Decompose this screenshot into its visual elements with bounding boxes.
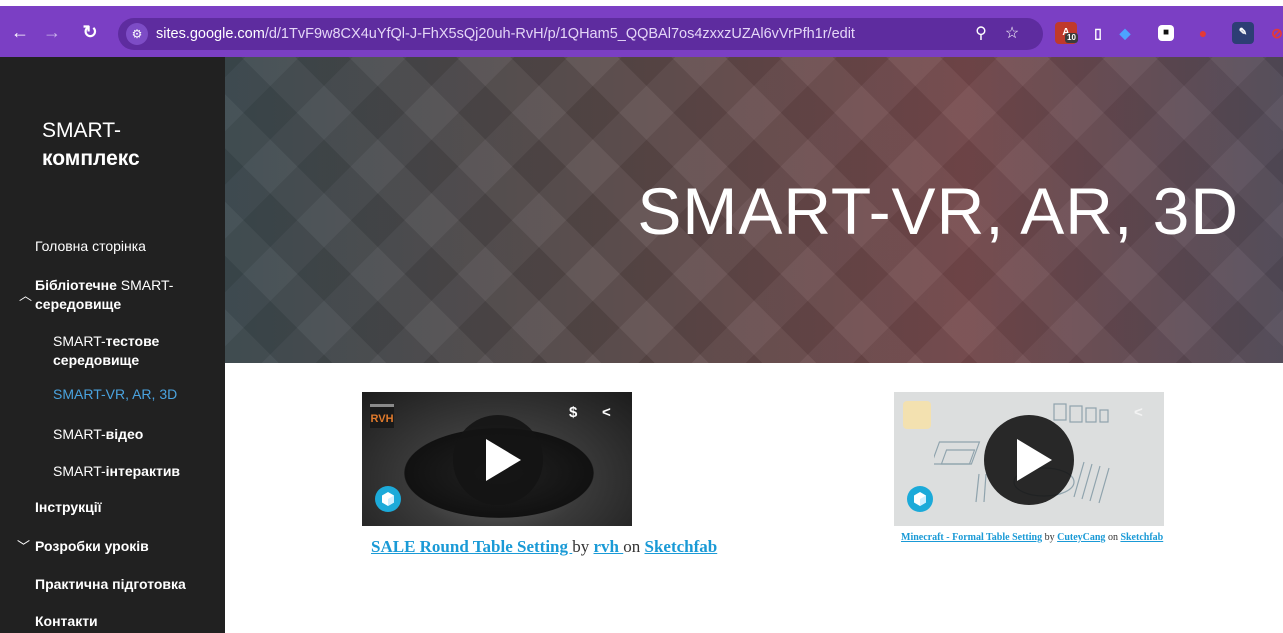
extension-icon-adblock[interactable]: A 10 — [1055, 22, 1078, 44]
nav-item-label-bold: тестове — [105, 333, 160, 349]
nav-item-label: Контакти — [35, 613, 98, 629]
nav-item-label: SMART-VR, AR, 3D — [53, 386, 178, 402]
browser-toolbar: ← → ↻ ⚙ sites.google.com/d/1TvF9w8CX4uYf… — [0, 6, 1283, 57]
nav-item-label: Розробки уроків — [35, 538, 149, 554]
author-avatar: RVH — [370, 404, 394, 428]
nav-item-label-bold: інтерактив — [105, 463, 181, 479]
caption-on: on — [1105, 532, 1121, 543]
nav-item-practical-training[interactable]: Практична підготовка — [35, 575, 186, 594]
nav-item-test-environment[interactable]: SMART-тестове середовище — [53, 332, 159, 370]
chevron-down-icon[interactable]: ﹀ — [17, 536, 30, 555]
author-link[interactable]: CuteyCang — [1057, 532, 1105, 543]
nav-item-instructions[interactable]: Інструкції — [35, 498, 102, 517]
nav-item-label-rest: SMART- — [53, 333, 106, 349]
play-icon — [486, 439, 521, 481]
extension-icon-bird[interactable]: ◆ — [1114, 22, 1136, 44]
site-info-icon[interactable]: ⚙ — [126, 23, 148, 45]
share-icon[interactable]: < — [602, 404, 611, 421]
reload-icon[interactable]: ↻ — [78, 20, 102, 44]
nav-item-label-line2: середовище — [53, 352, 140, 368]
dollar-icon[interactable]: $ — [569, 404, 577, 421]
sketchfab-logo-icon[interactable] — [907, 486, 933, 512]
author-link[interactable]: rvh — [594, 537, 624, 556]
nav-item-label: Інструкції — [35, 499, 102, 515]
platform-link[interactable]: Sketchfab — [645, 537, 718, 556]
url-host: sites.google.com — [156, 26, 265, 42]
nav-item-video[interactable]: SMART-відео — [53, 425, 143, 444]
nav-item-contacts[interactable]: Контакти — [35, 612, 98, 631]
model-link[interactable]: SALE Round Table Setting — [371, 537, 572, 556]
nav-item-label-bold: Бібліотечне — [35, 277, 117, 293]
chevron-up-icon[interactable]: ︿ — [19, 285, 32, 304]
nav-item-library[interactable]: Бібліотечне SMART- середовище — [35, 276, 173, 314]
browser-chrome: ← → ↻ ⚙ sites.google.com/d/1TvF9w8CX4uYf… — [0, 0, 1283, 57]
zoom-icon[interactable]: ⚲ — [970, 23, 992, 45]
nav-item-label: Практична підготовка — [35, 576, 186, 592]
platform-link[interactable]: Sketchfab — [1120, 532, 1163, 543]
url-text[interactable]: sites.google.com/d/1TvF9w8CX4uYfQl-J-FhX… — [156, 18, 855, 50]
sidebar: SMART- комплекс Головна сторінка ︿ Біблі… — [0, 57, 225, 633]
page-title: SMART-VR, AR, 3D — [637, 174, 1239, 248]
site-title-line1: SMART- — [42, 119, 121, 142]
nav-item-vr-ar-3d[interactable]: SMART-VR, AR, 3D — [53, 385, 177, 404]
forward-icon[interactable]: → — [40, 20, 64, 44]
play-button[interactable] — [453, 415, 543, 505]
url-path: /d/1TvF9w8CX4uYfQl-J-FhX5sQj20uh-RvH/p/1… — [264, 26, 855, 42]
caption-by: by — [1042, 532, 1058, 543]
nav-item-home[interactable]: Головна сторінка — [35, 237, 146, 256]
play-icon — [1017, 439, 1052, 481]
nav-item-label-rest: SMART- — [53, 426, 106, 442]
nav-item-lessons[interactable]: Розробки уроків — [35, 537, 149, 556]
model-link[interactable]: Minecraft - Formal Table Setting — [901, 532, 1042, 543]
extension-badge: 10 — [1065, 33, 1078, 43]
nav-item-label: Головна сторінка — [35, 238, 146, 254]
back-icon[interactable]: ← — [8, 20, 32, 44]
extension-icon-reader[interactable]: ▯ — [1087, 22, 1109, 44]
address-bar[interactable]: ⚙ sites.google.com/d/1TvF9w8CX4uYfQl-J-F… — [118, 18, 1043, 50]
site-title[interactable]: SMART- комплекс — [42, 117, 140, 173]
sketchfab-logo-icon[interactable] — [375, 486, 401, 512]
nav-item-interactive[interactable]: SMART-інтерактив — [53, 462, 180, 481]
extension-icon-lock[interactable]: ■ — [1158, 25, 1174, 41]
extension-icon-stop[interactable]: ⊘ — [1266, 22, 1283, 44]
nav-item-label-line2: середовище — [35, 296, 122, 312]
caption-on: on — [623, 537, 645, 556]
nav-item-label-rest: SMART- — [53, 463, 106, 479]
caption-by: by — [572, 537, 594, 556]
play-button[interactable] — [984, 415, 1074, 505]
nav-item-label-rest: SMART- — [116, 277, 174, 293]
header-banner: SMART-VR, AR, 3D — [225, 57, 1283, 363]
embed-caption: Minecraft - Formal Table Setting by Cute… — [901, 532, 1163, 543]
extension-icon-eye[interactable]: ● — [1192, 22, 1214, 44]
author-avatar — [903, 401, 931, 429]
sketchfab-embed-round-table[interactable]: RVH $ < — [362, 392, 632, 526]
bookmark-star-icon[interactable]: ☆ — [1001, 23, 1023, 45]
embed-caption: SALE Round Table Setting by rvh on Sketc… — [371, 537, 717, 557]
site-title-line2: комплекс — [42, 147, 140, 170]
share-icon[interactable]: < — [1134, 404, 1143, 421]
nav-item-label-bold: відео — [105, 426, 144, 442]
sketchfab-embed-formal-table[interactable]: < — [894, 392, 1164, 526]
extension-icon-pen[interactable]: ✎ — [1232, 22, 1254, 44]
